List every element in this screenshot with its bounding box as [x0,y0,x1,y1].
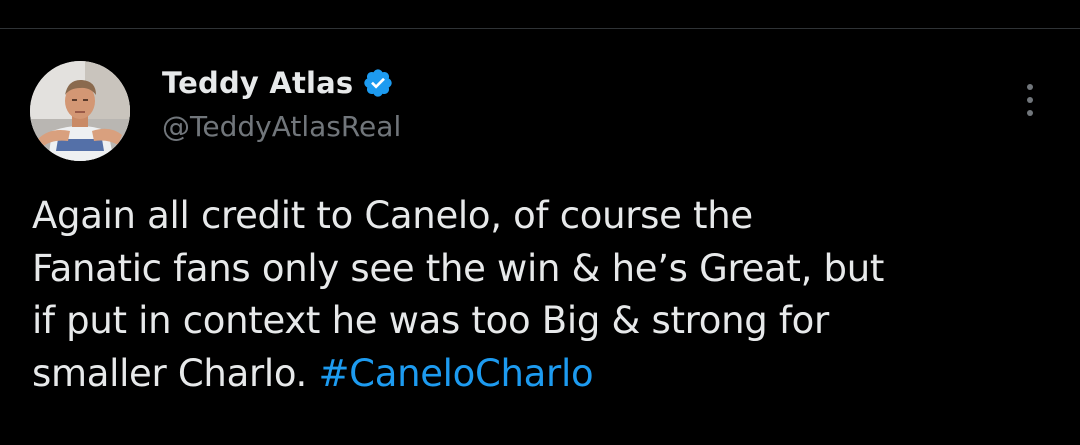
tweet-header: Teddy Atlas @TeddyAtlasReal [162,62,401,143]
verified-badge-icon[interactable] [362,67,394,99]
avatar-image [30,61,130,161]
handle[interactable]: @TeddyAtlasReal [162,110,401,143]
name-row: Teddy Atlas [162,62,401,104]
more-options-icon[interactable] [1012,80,1048,120]
avatar[interactable] [30,61,130,161]
more-dot [1027,97,1033,103]
more-dot [1027,84,1033,90]
more-dot [1027,110,1033,116]
tweet: Teddy Atlas @TeddyAtlasReal Again all cr… [0,0,1080,445]
display-name[interactable]: Teddy Atlas [162,66,353,100]
tweet-text: Again all credit to Canelo, of course th… [32,190,1062,400]
hashtag-link[interactable]: #CaneloCharlo [318,352,593,395]
